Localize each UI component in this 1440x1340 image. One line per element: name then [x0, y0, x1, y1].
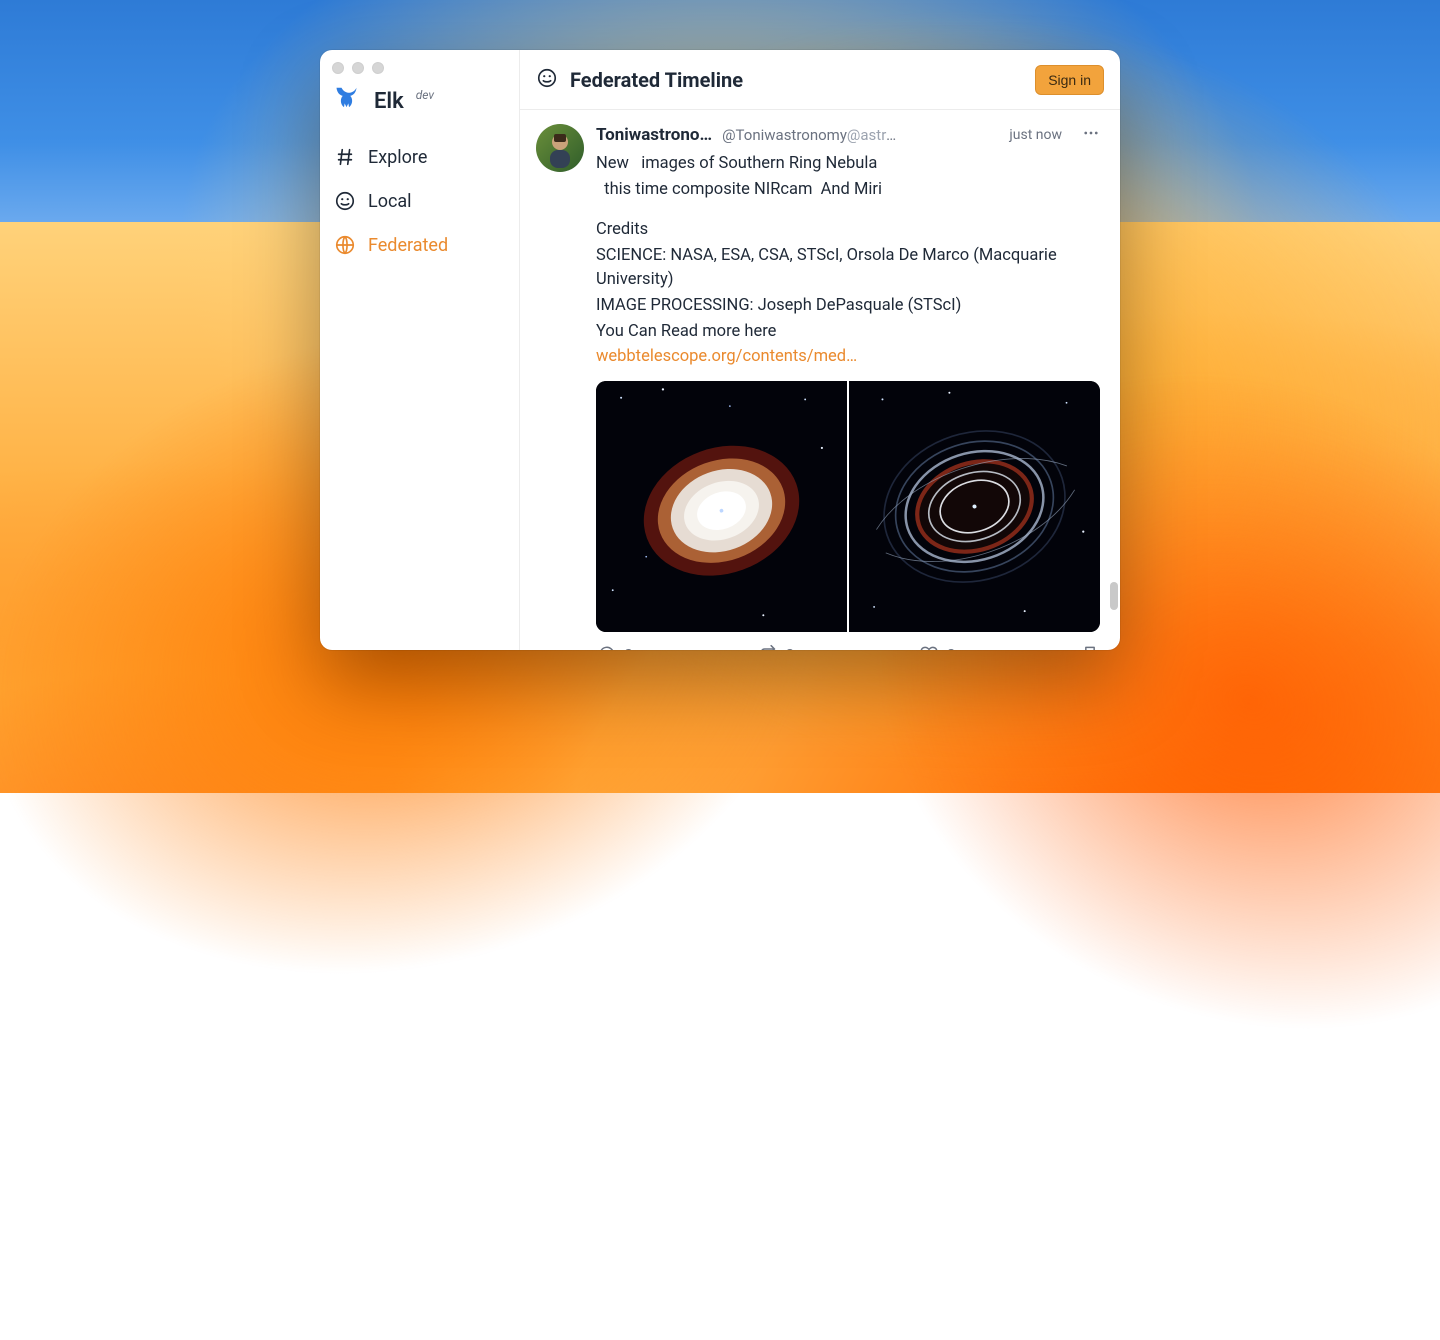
post-body: Toniwastrono… @Toniwastronomy@astrodon.s… [596, 124, 1100, 650]
avatar[interactable] [536, 124, 584, 172]
main: Federated Timeline Sign in [520, 50, 1120, 650]
window-zoom-dot[interactable] [372, 62, 384, 74]
nav-label: Federated [368, 235, 448, 256]
post-credits-image: IMAGE PROCESSING: Joseph DePasquale (STS… [596, 294, 1100, 318]
post-line: this time composite NIRcam And Miri [596, 178, 1100, 202]
globe-icon [334, 234, 356, 256]
post-displayname[interactable]: Toniwastrono… [596, 125, 712, 145]
signin-button[interactable]: Sign in [1035, 65, 1104, 95]
post-content: New images of Southern Ring Nebula this … [596, 152, 1100, 369]
elk-logo-icon [334, 84, 364, 118]
like-count: 0 [947, 645, 956, 650]
topbar-left: Federated Timeline [536, 67, 743, 93]
post-credits-label: Credits [596, 218, 1100, 242]
post-credits-science: SCIENCE: NASA, ESA, CSA, STScI, Orsola D… [596, 244, 1100, 292]
topbar: Federated Timeline Sign in [520, 50, 1120, 110]
globe-icon [536, 67, 558, 93]
bookmark-button[interactable] [1080, 644, 1100, 650]
sidebar-nav: Explore Local Federated [334, 146, 505, 256]
reply-button[interactable]: 0 [596, 644, 633, 650]
local-icon [334, 190, 356, 212]
window-traffic-lights[interactable] [332, 62, 384, 74]
boost-button[interactable]: 0 [757, 644, 794, 650]
brand-sup: dev [416, 88, 434, 102]
page-title: Federated Timeline [570, 68, 743, 92]
post-link[interactable]: webbtelescope.org/contents/med… [596, 347, 857, 366]
brand[interactable]: Elk dev [334, 84, 505, 118]
window-minimize-dot[interactable] [352, 62, 364, 74]
post-actions: 0 0 0 [596, 644, 1100, 650]
feed[interactable]: Toniwastrono… @Toniwastronomy@astrodon.s… [520, 110, 1120, 650]
post-read-more: You Can Read more here [596, 320, 1100, 344]
like-button[interactable]: 0 [919, 644, 956, 650]
hash-icon [334, 146, 356, 168]
nav-local[interactable]: Local [334, 190, 505, 212]
brand-name: Elk [374, 89, 404, 114]
post-line: New images of Southern Ring Nebula [596, 152, 1100, 176]
app-window: Elk dev Explore Local Federated [320, 50, 1120, 650]
nav-label: Local [368, 191, 412, 212]
nav-federated[interactable]: Federated [334, 234, 505, 256]
post-time: just now [1009, 127, 1062, 143]
post-handle-instance: @astrodon.soc… [847, 126, 902, 144]
window-close-dot[interactable] [332, 62, 344, 74]
nav-label: Explore [368, 147, 427, 168]
scrollbar-thumb[interactable] [1110, 582, 1118, 610]
post-handle-user: @Toniwastronomy [722, 126, 847, 144]
post-image-2[interactable] [849, 381, 1100, 632]
post-head: Toniwastrono… @Toniwastronomy@astrodon.s… [596, 124, 1100, 146]
post: Toniwastrono… @Toniwastronomy@astrodon.s… [520, 110, 1120, 650]
post-media [596, 381, 1100, 632]
post-handle[interactable]: @Toniwastronomy@astrodon.soc… [722, 126, 902, 144]
sidebar: Elk dev Explore Local Federated [320, 50, 520, 650]
post-image-1[interactable] [596, 381, 847, 632]
reply-count: 0 [624, 645, 633, 650]
boost-count: 0 [785, 645, 794, 650]
post-more-button[interactable] [1082, 124, 1100, 146]
nav-explore[interactable]: Explore [334, 146, 505, 168]
